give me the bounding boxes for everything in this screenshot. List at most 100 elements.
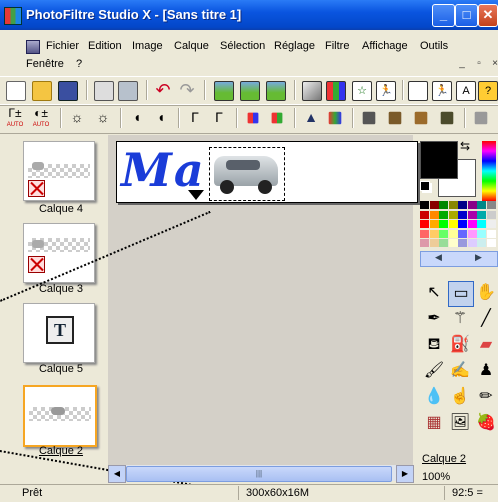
maximize-button[interactable]: □ xyxy=(455,4,478,27)
contrast-auto-icon[interactable]: ◐± AUTO xyxy=(32,107,50,128)
close-button[interactable]: ✕ xyxy=(478,4,498,27)
reset-colors-icon[interactable] xyxy=(420,181,430,191)
spray-icon[interactable]: ⛽ xyxy=(448,333,472,357)
strawberry-icon[interactable]: 🍓 xyxy=(474,411,498,435)
eyedropper-icon[interactable]: ✒ xyxy=(422,307,446,331)
selection-tool-icon[interactable]: ▭ xyxy=(448,281,474,307)
grayscale-icon[interactable] xyxy=(302,81,322,101)
palette-swatch[interactable] xyxy=(458,220,467,228)
palette-swatch[interactable] xyxy=(467,210,477,219)
document-icon[interactable] xyxy=(26,40,40,54)
palette-swatch[interactable] xyxy=(467,220,477,228)
brightness-plus-icon[interactable]: ☼ xyxy=(94,109,112,127)
palette-swatch[interactable] xyxy=(458,239,467,247)
palette-swatch[interactable] xyxy=(429,220,439,228)
save-icon[interactable] xyxy=(58,81,78,101)
palette-swatch[interactable] xyxy=(477,229,486,238)
stamp-icon[interactable]: ♟ xyxy=(474,359,498,383)
saturation-minus-icon[interactable] xyxy=(247,112,259,124)
smudge-icon[interactable]: ☝ xyxy=(448,385,472,409)
image-size-icon[interactable] xyxy=(240,81,260,101)
palette-swatch[interactable] xyxy=(486,239,496,247)
palette-swatch[interactable] xyxy=(486,220,496,228)
hand-tool-icon[interactable]: ? xyxy=(478,81,498,101)
scroll-left-button[interactable]: ◀ xyxy=(108,465,126,483)
pattern-icon[interactable]: ▦ xyxy=(422,411,446,435)
palette-swatch[interactable] xyxy=(467,201,477,209)
menu-filtre[interactable]: Filtre xyxy=(325,40,349,52)
filter-3-icon[interactable] xyxy=(414,111,428,125)
scroll-right-button[interactable]: ▶ xyxy=(396,465,414,483)
image-canvas[interactable]: Ma r xyxy=(116,141,418,203)
palette-swatch[interactable] xyxy=(429,201,439,209)
automation-icon[interactable]: ☆ xyxy=(352,81,372,101)
layer-thumb-calque4[interactable] xyxy=(23,141,95,201)
canvas-size-icon[interactable] xyxy=(266,81,286,101)
image-icon[interactable] xyxy=(214,81,234,101)
selection-marquee[interactable] xyxy=(209,147,285,201)
palette-swatch[interactable] xyxy=(458,210,467,219)
palette-swatch[interactable] xyxy=(486,210,496,219)
palette-swatch[interactable] xyxy=(439,201,448,209)
horizontal-scrollbar[interactable]: ◀ ||| ▶ xyxy=(108,465,414,483)
mdi-restore-button[interactable]: ▫ xyxy=(472,58,486,71)
color-palette[interactable] xyxy=(420,201,496,249)
palette-swatch[interactable] xyxy=(439,229,448,238)
palette-scroll[interactable]: ◀ ▶ xyxy=(420,251,498,267)
palette-swatch[interactable] xyxy=(467,229,477,238)
palette-swatch[interactable] xyxy=(477,220,486,228)
menu-edition[interactable]: Edition xyxy=(88,40,122,52)
line-tool-icon[interactable]: ╱ xyxy=(474,307,498,331)
sharpen-icon[interactable]: ▲ xyxy=(302,109,320,127)
batch-run-icon[interactable]: 🏃 xyxy=(432,81,452,101)
menu-calque[interactable]: Calque xyxy=(174,40,209,52)
gamma-plus-icon[interactable]: Γ xyxy=(210,109,228,127)
palette-swatch[interactable] xyxy=(420,229,429,238)
palette-swatch[interactable] xyxy=(477,201,486,209)
palette-swatch[interactable] xyxy=(458,229,467,238)
menu-image[interactable]: Image xyxy=(132,40,163,52)
mdi-minimize-button[interactable]: _ xyxy=(455,58,469,71)
menu-fenetre[interactable]: Fenêtre xyxy=(26,58,64,70)
new-icon[interactable] xyxy=(6,81,26,101)
pipette-icon[interactable]: ✏ xyxy=(474,385,498,409)
palette-swatch[interactable] xyxy=(458,201,467,209)
mdi-close-button[interactable]: × xyxy=(488,58,498,71)
pointer-tool-icon[interactable]: ↖ xyxy=(422,281,446,305)
blur-icon[interactable]: 💧 xyxy=(422,385,446,409)
filter-4-icon[interactable] xyxy=(440,111,454,125)
color-spectrum[interactable] xyxy=(482,141,496,201)
hand-icon[interactable]: ✋ xyxy=(474,281,498,305)
palette-swatch[interactable] xyxy=(420,210,429,219)
palette-swatch[interactable] xyxy=(429,210,439,219)
palette-swatch[interactable] xyxy=(448,239,458,247)
swap-colors-icon[interactable]: ⇆ xyxy=(460,139,470,153)
color-balance-icon[interactable] xyxy=(328,111,342,125)
brush-icon[interactable]: 🖌 xyxy=(422,359,446,383)
palette-swatch[interactable] xyxy=(439,239,448,247)
title-bar[interactable]: PhotoFiltre Studio X - [Sans titre 1] _ … xyxy=(0,0,498,30)
magic-wand-icon[interactable]: ⚚ xyxy=(448,307,472,331)
menu-outils[interactable]: Outils xyxy=(420,40,448,52)
run-icon[interactable]: 🏃 xyxy=(376,81,396,101)
contrast-minus-icon[interactable]: ◖ xyxy=(128,109,146,127)
palette-left-icon[interactable]: ◀ xyxy=(435,252,442,263)
hidden-layer-icon[interactable] xyxy=(28,180,45,197)
palette-right-icon[interactable]: ▶ xyxy=(475,252,482,263)
palette-swatch[interactable] xyxy=(448,201,458,209)
menu-reglage[interactable]: Réglage xyxy=(274,40,315,52)
color-mode-icon[interactable] xyxy=(326,81,346,101)
filter-5-icon[interactable] xyxy=(474,111,488,125)
palette-swatch[interactable] xyxy=(486,229,496,238)
palette-swatch[interactable] xyxy=(467,239,477,247)
gamma-minus-icon[interactable]: Γ xyxy=(186,109,204,127)
palette-swatch[interactable] xyxy=(420,239,429,247)
palette-swatch[interactable] xyxy=(477,210,486,219)
portrait-icon[interactable]: 🖼 xyxy=(448,411,472,435)
advanced-brush-icon[interactable]: ✍ xyxy=(448,359,472,383)
menu-help[interactable]: ? xyxy=(76,58,82,70)
palette-swatch[interactable] xyxy=(448,220,458,228)
foreground-color[interactable] xyxy=(420,141,458,179)
palette-swatch[interactable] xyxy=(429,239,439,247)
batch-icon[interactable] xyxy=(408,81,428,101)
